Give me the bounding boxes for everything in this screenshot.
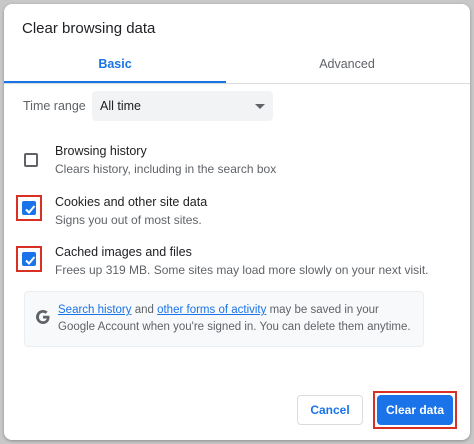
tab-bar: Basic Advanced bbox=[4, 48, 470, 84]
time-range-value: All time bbox=[100, 99, 141, 113]
option-cookies: Cookies and other site data Signs you ou… bbox=[4, 186, 470, 230]
google-g-icon bbox=[36, 310, 50, 324]
browsing-history-checkbox[interactable] bbox=[24, 153, 38, 167]
clear-data-button[interactable]: Clear data bbox=[377, 395, 453, 425]
info-text-part: and bbox=[131, 304, 158, 316]
option-browsing-history: Browsing history Clears history, includi… bbox=[4, 135, 470, 179]
search-history-link[interactable]: Search history bbox=[58, 304, 132, 316]
cancel-button[interactable]: Cancel bbox=[297, 395, 363, 425]
google-account-info: Search history and other forms of activi… bbox=[24, 291, 424, 347]
tab-advanced[interactable]: Advanced bbox=[236, 48, 458, 81]
option-description: Frees up 319 MB. Some sites may load mor… bbox=[55, 263, 429, 277]
other-activity-link[interactable]: other forms of activity bbox=[157, 304, 266, 316]
checkmark-icon bbox=[25, 256, 36, 265]
dialog-title: Clear browsing data bbox=[22, 20, 156, 37]
checkmark-icon bbox=[25, 205, 36, 214]
option-title: Browsing history bbox=[55, 144, 147, 158]
tab-basic[interactable]: Basic bbox=[4, 48, 226, 83]
option-cached-images: Cached images and files Frees up 319 MB.… bbox=[4, 236, 470, 280]
option-description: Signs you out of most sites. bbox=[55, 213, 202, 227]
info-text: Search history and other forms of activi… bbox=[58, 302, 418, 336]
clear-browsing-data-dialog: Clear browsing data Basic Advanced Time … bbox=[4, 4, 470, 440]
dropdown-arrow-icon bbox=[255, 104, 265, 109]
time-range-select[interactable]: All time bbox=[92, 91, 273, 121]
option-title: Cached images and files bbox=[55, 245, 192, 259]
option-title: Cookies and other site data bbox=[55, 195, 208, 209]
option-description: Clears history, including in the search … bbox=[55, 162, 277, 176]
cookies-checkbox[interactable] bbox=[22, 201, 36, 215]
time-range-label: Time range bbox=[23, 99, 86, 113]
cached-images-checkbox[interactable] bbox=[22, 252, 36, 266]
